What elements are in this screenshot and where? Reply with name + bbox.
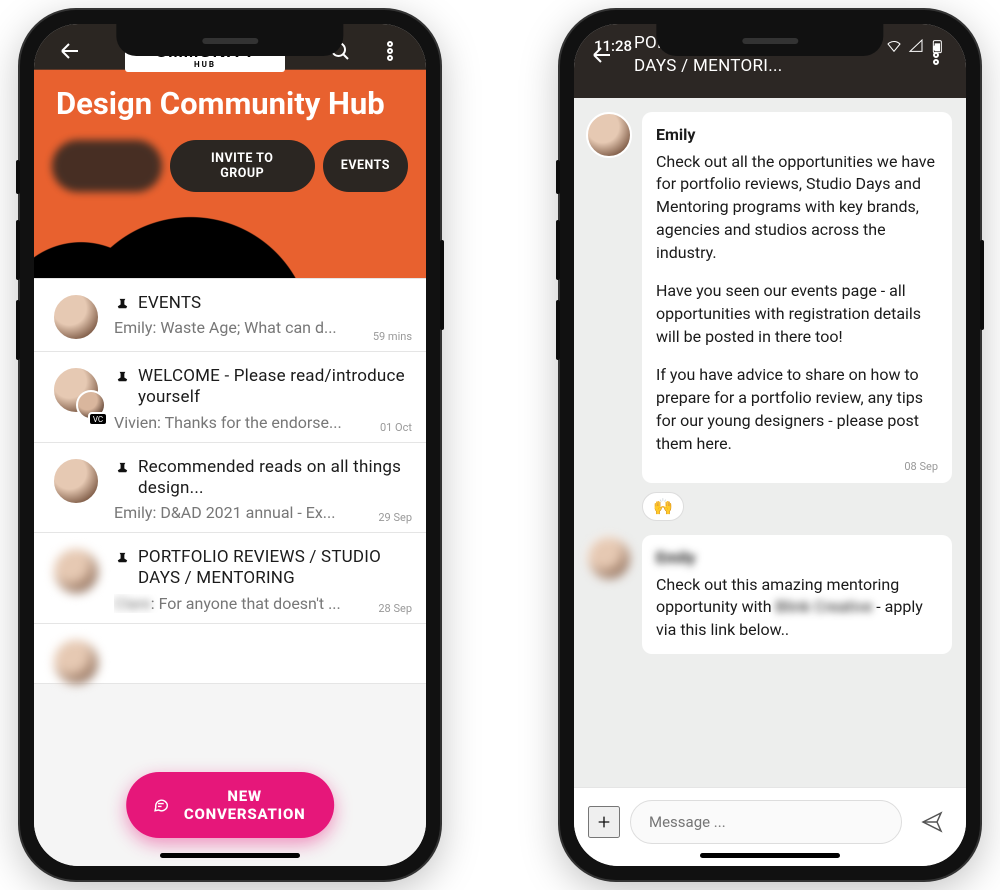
new-conversation-button[interactable]: NEW CONVERSATION <box>126 772 334 838</box>
message-input[interactable] <box>630 800 902 844</box>
conversation-row[interactable] <box>34 624 426 684</box>
conversation-row[interactable]: PORTFOLIO REVIEWS / STUDIO DAYS / MENTOR… <box>34 533 426 624</box>
conversation-row[interactable]: EVENTS Emily: Waste Age; What can d... 5… <box>34 278 426 352</box>
status-icons: • <box>875 37 946 55</box>
row-preview: Clare: For anyone that doesn't ... <box>114 594 410 613</box>
row-time: 59 mins <box>373 330 412 343</box>
more-button[interactable] <box>370 31 410 71</box>
signal-icon <box>908 38 924 54</box>
chat-icon <box>152 794 169 816</box>
conversation-row[interactable]: Recommended reads on all things design..… <box>34 443 426 534</box>
chip-events[interactable]: EVENTS <box>323 140 408 192</box>
send-icon <box>920 810 944 834</box>
pin-icon <box>114 369 130 385</box>
send-button[interactable] <box>912 802 952 842</box>
avatar[interactable] <box>586 112 632 158</box>
message[interactable]: Emily Check out this amazing mentoring o… <box>586 535 954 654</box>
message[interactable]: Emily Check out all the opportunities we… <box>586 112 954 483</box>
group-title: Design Community Hub <box>34 78 426 122</box>
row-preview: Emily: D&AD 2021 annual - Ex... <box>114 503 410 522</box>
row-title-text: Recommended reads on all things design..… <box>138 457 410 500</box>
message-text: Have you seen our events page - all oppo… <box>656 280 938 348</box>
wifi-icon <box>886 38 902 54</box>
message-text: Check out all the opportunities we have … <box>656 151 938 265</box>
row-preview: Emily: Waste Age; What can d... <box>114 318 410 337</box>
phone-right: 11:28 • PORTFOLIO REVIEWS / STUDIO DAYS … <box>560 10 980 880</box>
battery-icon <box>930 38 946 54</box>
row-time: 29 Sep <box>378 511 412 524</box>
chip-invite[interactable]: INVITE TO GROUP <box>170 140 315 192</box>
row-preview: Vivien: Thanks for the endorse... <box>114 413 410 432</box>
avatar <box>52 547 100 595</box>
row-title-text: EVENTS <box>138 293 410 314</box>
message-list[interactable]: Emily Check out all the opportunities we… <box>574 98 966 787</box>
back-button[interactable] <box>50 31 90 71</box>
avatar <box>52 293 100 341</box>
row-title-text: WELCOME - Please read/introduce yourself <box>138 366 410 409</box>
avatar <box>52 457 100 505</box>
more-vertical-icon <box>378 39 402 63</box>
sender-name: Emily <box>656 124 938 147</box>
action-chips: INVITE TO GROUP EVENTS <box>34 122 426 192</box>
message-bubble: Emily Check out all the opportunities we… <box>642 112 952 483</box>
chip-blurred[interactable] <box>52 140 162 192</box>
pin-icon <box>114 460 130 476</box>
pin-icon <box>114 296 130 312</box>
avatar[interactable] <box>586 535 632 581</box>
home-indicator[interactable] <box>700 853 840 858</box>
group-cover: 11:28 • THE DESIGN CMMUNITY HUB <box>34 24 426 278</box>
attach-button[interactable] <box>588 806 620 838</box>
status-time: 11:28 <box>594 37 632 55</box>
home-indicator[interactable] <box>160 853 300 858</box>
phone-left: 11:28 • THE DESIGN CMMUNITY HUB <box>20 10 440 880</box>
message-text: Check out this amazing mentoring opportu… <box>656 574 938 642</box>
message-time: 08 Sep <box>656 459 938 475</box>
reaction-badge[interactable]: 🙌 <box>642 492 684 521</box>
conversation-row[interactable]: VC WELCOME - Please read/introduce yours… <box>34 352 426 443</box>
row-title-text: PORTFOLIO REVIEWS / STUDIO DAYS / MENTOR… <box>138 547 410 590</box>
sender-name: Emily <box>656 547 938 570</box>
row-time: 01 Oct <box>380 421 412 434</box>
arrow-left-icon <box>58 39 82 63</box>
avatar <box>52 638 100 686</box>
plus-icon <box>596 810 612 834</box>
row-time: 28 Sep <box>378 602 412 615</box>
message-bubble: Emily Check out this amazing mentoring o… <box>642 535 952 654</box>
avatar-badge: VC <box>88 412 108 426</box>
message-text: If you have advice to share on how to pr… <box>656 364 938 455</box>
pin-icon <box>114 550 130 566</box>
